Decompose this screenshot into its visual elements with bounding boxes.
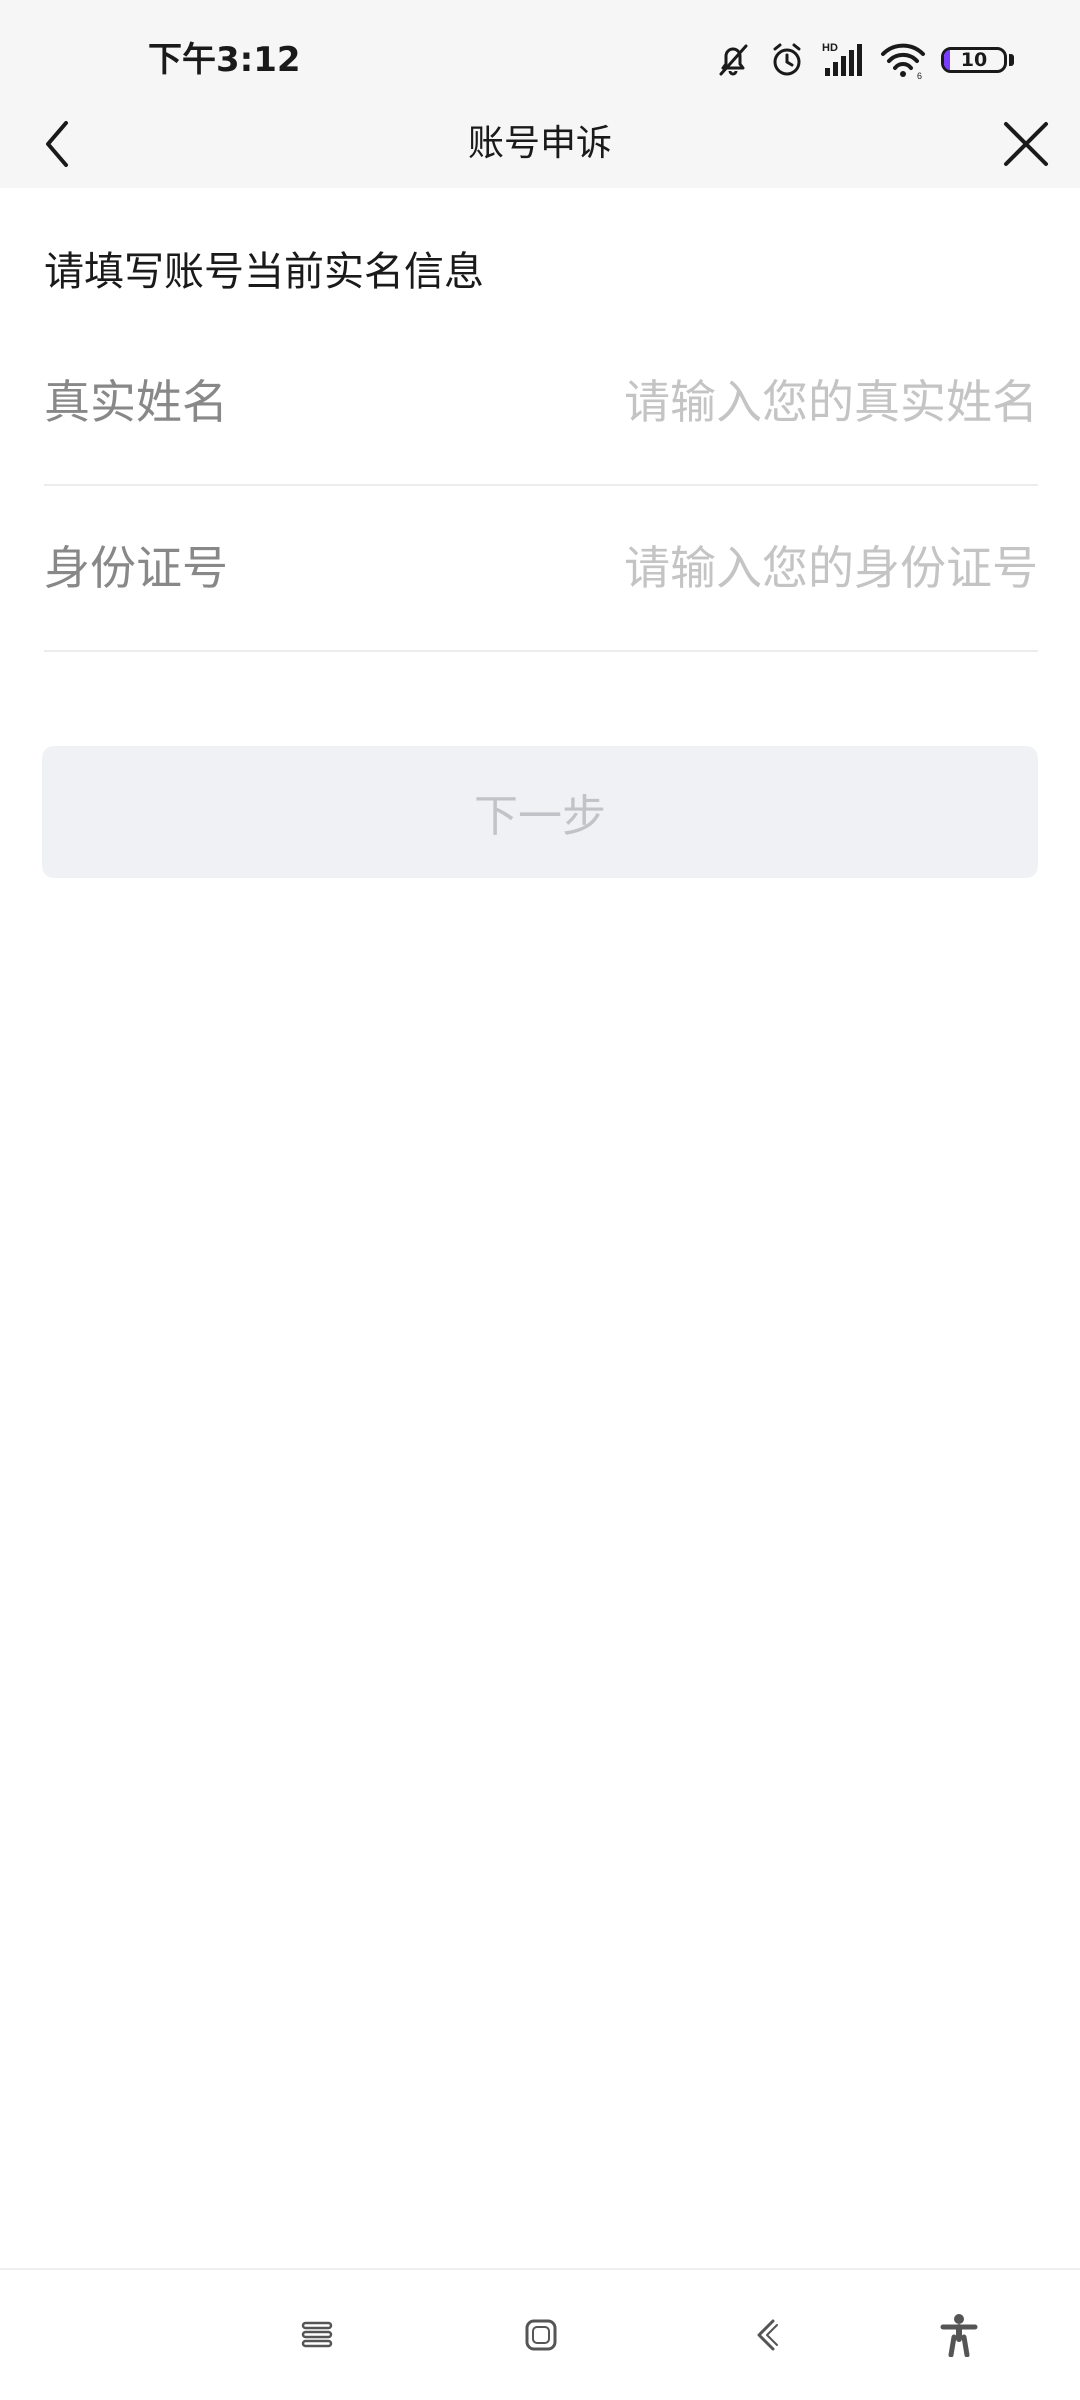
menu-button[interactable]: [282, 2300, 352, 2370]
real-name-row: 真实姓名: [44, 320, 1038, 486]
close-button[interactable]: [996, 114, 1056, 174]
battery-icon: 10: [941, 47, 1014, 73]
nav-bar: 账号申诉: [0, 100, 1080, 188]
hd-signal-icon: HD: [821, 40, 865, 80]
accessibility-icon: [940, 2314, 978, 2357]
menu-icon: [301, 2321, 333, 2348]
system-nav-bar: [0, 2268, 1080, 2400]
battery-tip: [1009, 54, 1014, 66]
page-title: 账号申诉: [467, 123, 612, 164]
section-title: 请填写账号当前实名信息: [44, 249, 484, 295]
status-time: 下午3:12: [148, 40, 301, 80]
id-number-input[interactable]: [478, 534, 1038, 602]
battery-body: 10: [941, 47, 1007, 73]
system-back-button[interactable]: [732, 2300, 802, 2370]
real-name-input[interactable]: [478, 368, 1038, 436]
appeal-screen: 下午3:12 HD 6 10 账号申诉 请填写账号当前实名信息 真实姓名 请输入…: [0, 0, 1080, 2400]
close-icon: [1004, 122, 1048, 166]
home-icon: [525, 2319, 557, 2351]
top-area: 下午3:12 HD 6 10 账号申诉: [0, 0, 1080, 188]
svg-text:6: 6: [917, 71, 922, 80]
svg-text:HD: HD: [822, 42, 838, 54]
real-name-label: 真实姓名: [44, 375, 228, 429]
id-number-row: 身份证号: [44, 486, 1038, 652]
mute-bell-icon: [713, 40, 753, 80]
alarm-icon: [767, 40, 807, 80]
accessibility-button[interactable]: [924, 2300, 994, 2370]
back-icon: [757, 2319, 778, 2351]
status-icons: HD 6 10: [713, 36, 1014, 84]
home-button[interactable]: [506, 2300, 576, 2370]
id-number-label: 身份证号: [44, 541, 228, 595]
wifi-icon: 6: [879, 40, 927, 80]
next-step-button[interactable]: 下一步: [42, 746, 1038, 878]
battery-level: 10: [960, 49, 988, 71]
